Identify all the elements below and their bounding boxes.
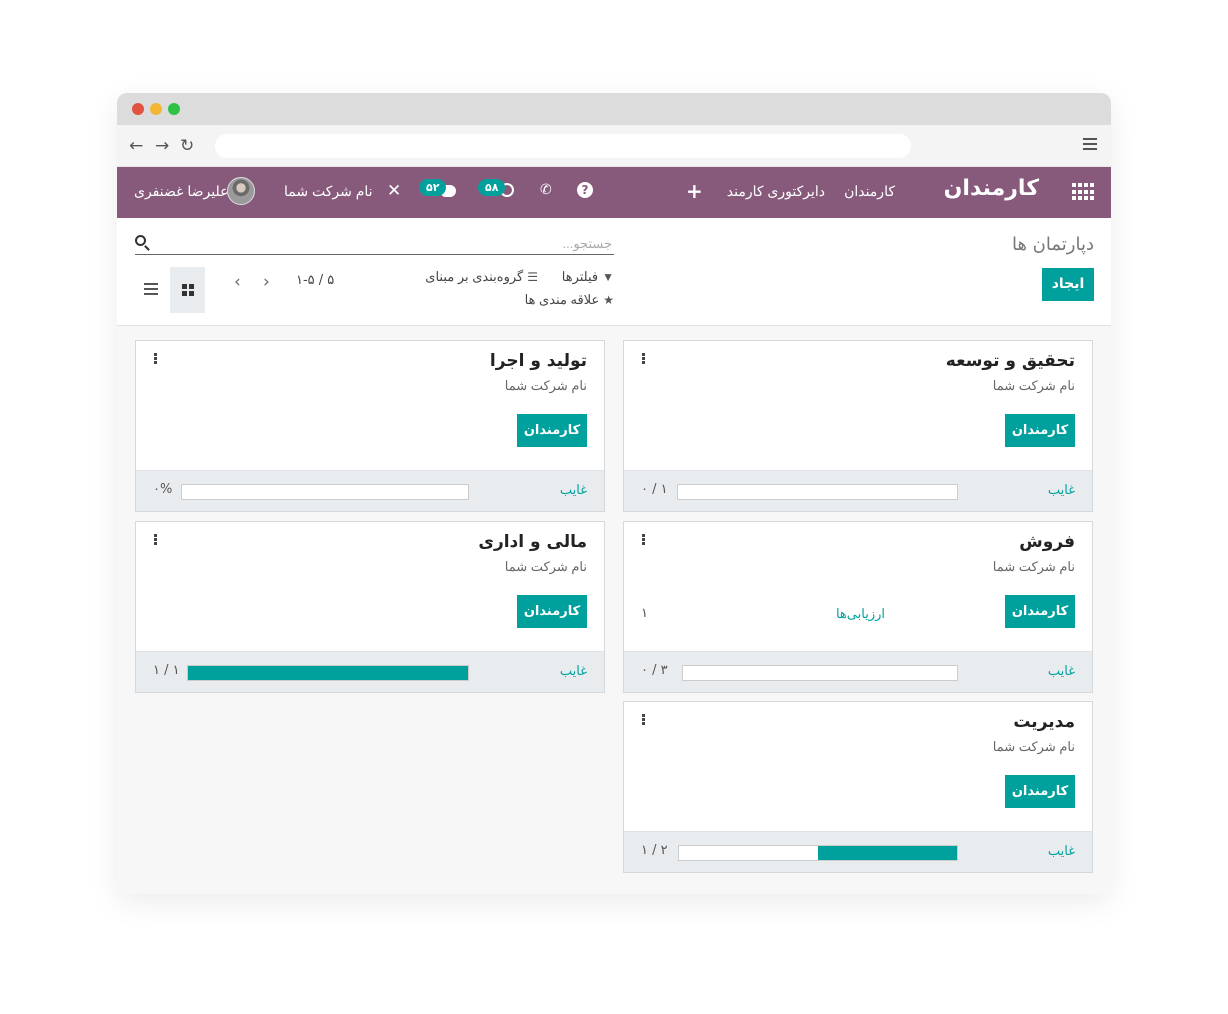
card-footer: غایب ۱ / ۱ bbox=[136, 651, 604, 692]
appraisals-link[interactable]: ارزیابی‌ها bbox=[836, 606, 885, 622]
department-card[interactable]: تولید و اجرا نام شرکت شما کارمندان غایب … bbox=[135, 340, 605, 512]
card-footer: غایب ۱ / ۲ bbox=[624, 831, 1092, 872]
department-company: نام شرکت شما bbox=[992, 378, 1075, 393]
search-icon[interactable] bbox=[135, 235, 146, 246]
absence-progress-bar bbox=[682, 665, 958, 681]
kebab-menu-icon[interactable] bbox=[153, 534, 157, 548]
card-footer: غایب ۰ / ۱ bbox=[624, 470, 1092, 511]
absence-progress-bar bbox=[187, 665, 469, 681]
department-card[interactable]: مالی و اداری نام شرکت شما کارمندان غایب … bbox=[135, 521, 605, 693]
message-count-badge[interactable]: ۵۲ bbox=[419, 179, 447, 196]
department-name[interactable]: تولید و اجرا bbox=[490, 351, 587, 371]
maximize-window-icon[interactable] bbox=[168, 103, 180, 115]
department-card[interactable]: فروش نام شرکت شما کارمندان ارزیابی‌ها ۱ … bbox=[623, 521, 1093, 693]
favorites-label: علاقه مندی ها bbox=[524, 292, 600, 307]
close-window-icon[interactable] bbox=[132, 103, 144, 115]
absence-ratio: ۰ / ۱ bbox=[641, 482, 668, 497]
employees-button[interactable]: کارمندان bbox=[517, 414, 587, 447]
employees-button[interactable]: کارمندان bbox=[1005, 595, 1075, 628]
phone-icon[interactable]: ✆ bbox=[540, 182, 552, 198]
absent-link[interactable]: غایب bbox=[1048, 482, 1075, 498]
reload-icon[interactable]: ↻ bbox=[180, 136, 194, 156]
progress-fill bbox=[818, 846, 957, 860]
kebab-menu-icon[interactable] bbox=[641, 534, 645, 548]
employees-button[interactable]: کارمندان bbox=[517, 595, 587, 628]
kebab-menu-icon[interactable] bbox=[153, 353, 157, 367]
absent-link[interactable]: غایب bbox=[560, 663, 587, 679]
filters-dropdown[interactable]: ▼فیلترها bbox=[562, 269, 614, 285]
department-company: نام شرکت شما bbox=[504, 559, 587, 574]
department-name[interactable]: تحقیق و توسعه bbox=[946, 351, 1075, 371]
help-icon[interactable]: ? bbox=[577, 182, 593, 198]
app-title: کارمندان bbox=[943, 176, 1039, 201]
department-name[interactable]: مالی و اداری bbox=[478, 532, 587, 552]
funnel-icon: ▼ bbox=[602, 270, 614, 284]
menu-employees[interactable]: کارمندان bbox=[844, 183, 895, 200]
plus-icon[interactable]: + bbox=[686, 179, 703, 203]
groupby-dropdown[interactable]: ☰گروه‌بندی بر مبنای bbox=[425, 269, 538, 285]
chevron-left-icon[interactable]: ‹ bbox=[234, 272, 241, 292]
absence-progress-bar bbox=[181, 484, 469, 500]
app-navbar: کارمندان کارمندان دایرکتوری کارمند + ? ✆… bbox=[117, 167, 1111, 218]
card-footer: غایب ۰% bbox=[136, 470, 604, 511]
company-switcher[interactable]: نام شرکت شما bbox=[284, 183, 373, 200]
create-button[interactable]: ایجاد bbox=[1042, 268, 1094, 301]
user-menu[interactable]: علیرضا غضنفری bbox=[134, 183, 228, 200]
star-icon: ★ bbox=[603, 293, 614, 307]
browser-menu-icon[interactable] bbox=[1083, 138, 1097, 150]
filters-label: فیلترها bbox=[561, 269, 599, 284]
back-arrow-icon[interactable]: ← bbox=[129, 136, 143, 156]
appraisals-count: ۱ bbox=[641, 606, 648, 621]
department-company: نام شرکت شما bbox=[992, 739, 1075, 754]
department-card[interactable]: تحقیق و توسعه نام شرکت شما کارمندان غایب… bbox=[623, 340, 1093, 512]
kanban-icon bbox=[182, 284, 194, 296]
browser-toolbar: ← → ↻ bbox=[117, 125, 1111, 167]
breadcrumb: دپارتمان ها bbox=[1011, 234, 1094, 255]
app-grid-icon[interactable] bbox=[1072, 183, 1094, 201]
absence-ratio: ۱ / ۲ bbox=[641, 843, 668, 858]
menu-employee-directory[interactable]: دایرکتوری کارمند bbox=[727, 183, 825, 200]
search-input[interactable] bbox=[172, 233, 612, 253]
tools-icon[interactable]: ✕ bbox=[387, 181, 401, 201]
chevron-right-icon[interactable]: › bbox=[263, 272, 270, 292]
pager-value[interactable]: ۱-۵ / ۵ bbox=[296, 273, 334, 288]
employees-button[interactable]: کارمندان bbox=[1005, 414, 1075, 447]
absence-progress-bar bbox=[678, 845, 958, 861]
favorites-dropdown[interactable]: ★علاقه مندی ها bbox=[525, 292, 614, 308]
department-company: نام شرکت شما bbox=[992, 559, 1075, 574]
list-view-icon[interactable] bbox=[144, 283, 158, 295]
address-bar[interactable] bbox=[215, 134, 911, 158]
department-card[interactable]: مدیریت نام شرکت شما کارمندان غایب ۱ / ۲ bbox=[623, 701, 1093, 873]
absent-link[interactable]: غایب bbox=[1048, 843, 1075, 859]
department-name[interactable]: فروش bbox=[1019, 532, 1075, 552]
forward-arrow-icon[interactable]: → bbox=[155, 136, 169, 156]
absence-ratio: ۰% bbox=[153, 482, 173, 497]
absence-progress-bar bbox=[677, 484, 958, 500]
progress-fill bbox=[188, 666, 468, 680]
absence-ratio: ۱ / ۱ bbox=[153, 663, 180, 678]
activity-count-badge[interactable]: ۵۸ bbox=[478, 179, 506, 196]
minimize-window-icon[interactable] bbox=[150, 103, 162, 115]
groupby-label: گروه‌بندی بر مبنای bbox=[425, 269, 524, 284]
kebab-menu-icon[interactable] bbox=[641, 714, 645, 728]
control-panel: دپارتمان ها ایجاد ▼فیلترها ☰گروه‌بندی بر… bbox=[117, 218, 1111, 326]
browser-window: ← → ↻ کارمندان کارمندان دایرکتوری کارمند… bbox=[117, 93, 1111, 894]
absent-link[interactable]: غایب bbox=[560, 482, 587, 498]
employees-button[interactable]: کارمندان bbox=[1005, 775, 1075, 808]
department-company: نام شرکت شما bbox=[504, 378, 587, 393]
bars-icon: ☰ bbox=[527, 270, 538, 284]
absent-link[interactable]: غایب bbox=[1048, 663, 1075, 679]
absence-ratio: ۰ / ۳ bbox=[641, 663, 668, 678]
search-box bbox=[135, 231, 614, 255]
card-footer: غایب ۰ / ۳ bbox=[624, 651, 1092, 692]
avatar[interactable] bbox=[227, 177, 255, 205]
title-bar bbox=[117, 93, 1111, 125]
kanban-view-button[interactable] bbox=[170, 267, 205, 313]
kebab-menu-icon[interactable] bbox=[641, 353, 645, 367]
department-name[interactable]: مدیریت bbox=[1013, 712, 1075, 732]
